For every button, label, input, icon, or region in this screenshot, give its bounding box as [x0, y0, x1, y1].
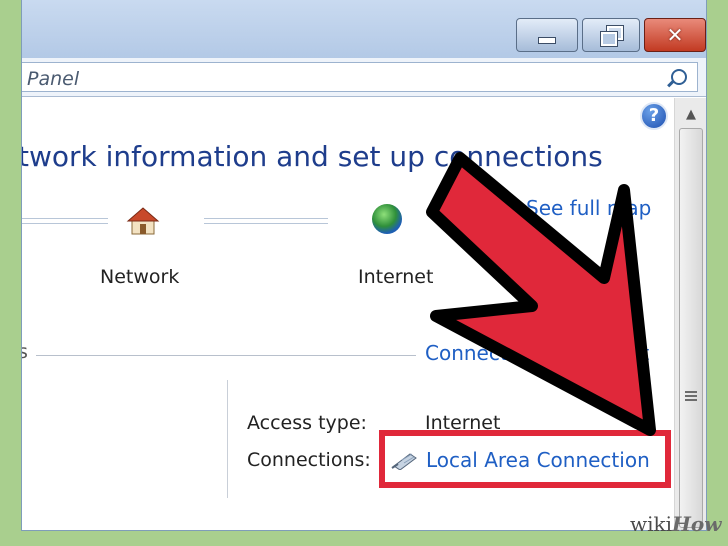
section-title-fragment: s [22, 341, 28, 363]
connections-label: Connections: [247, 449, 371, 471]
minimize-button[interactable] [516, 18, 578, 52]
house-network-icon [126, 207, 160, 235]
address-bar: Panel [22, 58, 706, 97]
vertical-scrollbar[interactable]: ▲ [674, 98, 706, 530]
scrollbar-thumb[interactable] [679, 128, 703, 528]
minimize-icon [538, 36, 556, 44]
close-icon: ✕ [666, 23, 684, 47]
map-connector-line [22, 218, 108, 224]
wikihow-watermark: wikiHow [630, 512, 721, 536]
network-label: Network [100, 266, 180, 288]
pointing-arrow-icon [426, 152, 656, 436]
scroll-up-arrow-icon[interactable]: ▲ [675, 98, 706, 132]
close-button[interactable]: ✕ [644, 18, 706, 52]
address-text: Panel [27, 68, 80, 90]
address-field[interactable]: Panel [22, 62, 698, 92]
control-panel-window: ✕ Panel ? ▲ twork information and set up… [22, 0, 706, 530]
globe-internet-icon [372, 204, 402, 234]
title-bar[interactable]: ✕ [22, 0, 706, 58]
watermark-prefix: wiki [630, 512, 673, 536]
watermark-suffix: How [672, 512, 722, 536]
restore-icon [600, 25, 624, 47]
vertical-divider [227, 380, 228, 498]
search-icon[interactable] [671, 69, 687, 85]
restore-button[interactable] [582, 18, 640, 52]
section-divider [36, 355, 416, 356]
scrollbar-grip-icon [685, 391, 697, 403]
help-icon[interactable]: ? [640, 102, 668, 130]
map-connector-line [204, 218, 328, 224]
access-type-label: Access type: [247, 412, 367, 434]
